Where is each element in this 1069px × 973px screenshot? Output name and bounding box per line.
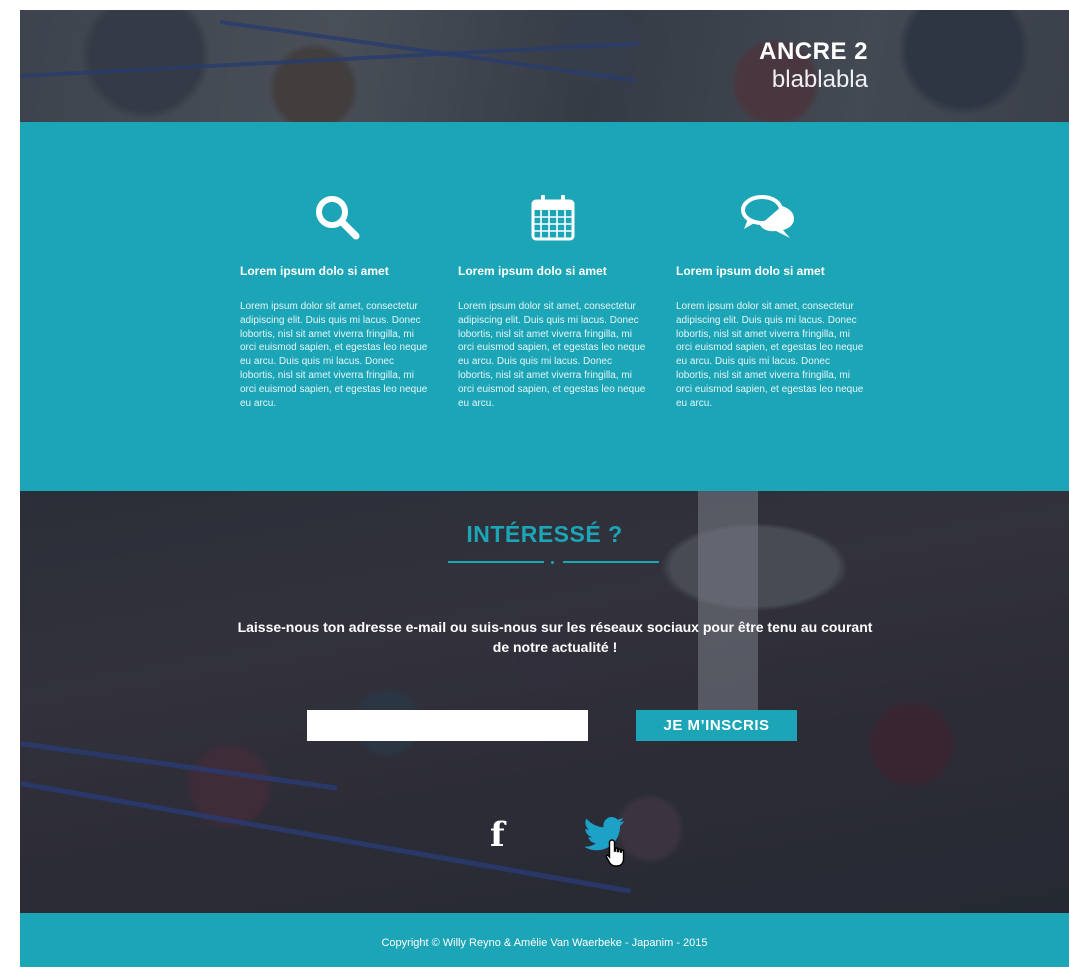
hero-title: ANCRE 2 [759,38,868,65]
feature-text: Lorem ipsum dolor sit amet, consectetur … [458,301,646,409]
search-icon [316,196,360,240]
hero-banner: ANCRE 2 blablabla [20,10,1069,122]
background-railing [20,781,632,894]
subscribe-button[interactable]: JE M’INSCRIS [636,710,797,741]
footer: Copyright © Willy Reyno & Amélie Van Wae… [20,913,1069,967]
feature-title: Lorem ipsum dolo si amet [458,264,607,278]
email-input[interactable] [307,710,588,741]
hero-subtitle: blablabla [771,66,868,93]
pointer-cursor-icon [605,839,625,867]
calendar-icon [531,195,575,241]
feature-title: Lorem ipsum dolo si amet [676,264,825,278]
facebook-icon[interactable]: f [490,817,505,853]
interest-text: Laisse-nous ton adresse e-mail ou suis-n… [237,619,873,655]
feature-text: Lorem ipsum dolor sit amet, consectetur … [240,301,428,409]
interest-section: INTÉRESSÉ ? Laisse-nous ton adresse e-ma… [20,491,1069,913]
title-divider [448,561,544,563]
title-divider-dot [551,561,554,564]
features-section: Lorem ipsum dolo si amet Lorem ipsum dol… [20,122,1069,491]
footer-copyright: Copyright © Willy Reyno & Amélie Van Wae… [381,937,708,949]
page: ANCRE 2 blablabla Lorem ipsum dolo si am… [20,10,1069,967]
background-railing [20,741,338,791]
feature-text: Lorem ipsum dolor sit amet, consectetur … [676,301,864,409]
background-railing [20,41,640,78]
chat-bubbles-icon [741,195,794,238]
background-railing [219,20,637,83]
title-divider [563,561,659,563]
feature-title: Lorem ipsum dolo si amet [240,264,389,278]
interest-title: INTÉRESSÉ ? [466,521,623,547]
hero-title-block: ANCRE 2 blablabla [759,38,868,94]
